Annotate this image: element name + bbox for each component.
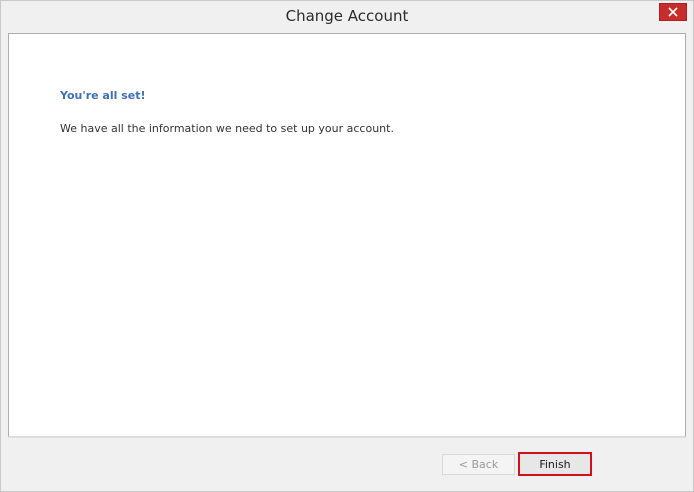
- close-icon: [668, 7, 678, 17]
- back-button[interactable]: < Back: [442, 454, 515, 475]
- content-panel: You're all set! We have all the informat…: [8, 33, 686, 437]
- finish-button[interactable]: Finish: [518, 452, 592, 476]
- window-title: Change Account: [285, 7, 409, 25]
- success-message: We have all the information we need to s…: [60, 122, 394, 135]
- title-bar[interactable]: Change Account: [1, 1, 693, 33]
- success-heading: You're all set!: [60, 89, 146, 102]
- close-button[interactable]: [659, 3, 687, 21]
- change-account-dialog: Change Account You're all set! We have a…: [0, 0, 694, 492]
- button-bar: < Back Finish: [8, 437, 686, 485]
